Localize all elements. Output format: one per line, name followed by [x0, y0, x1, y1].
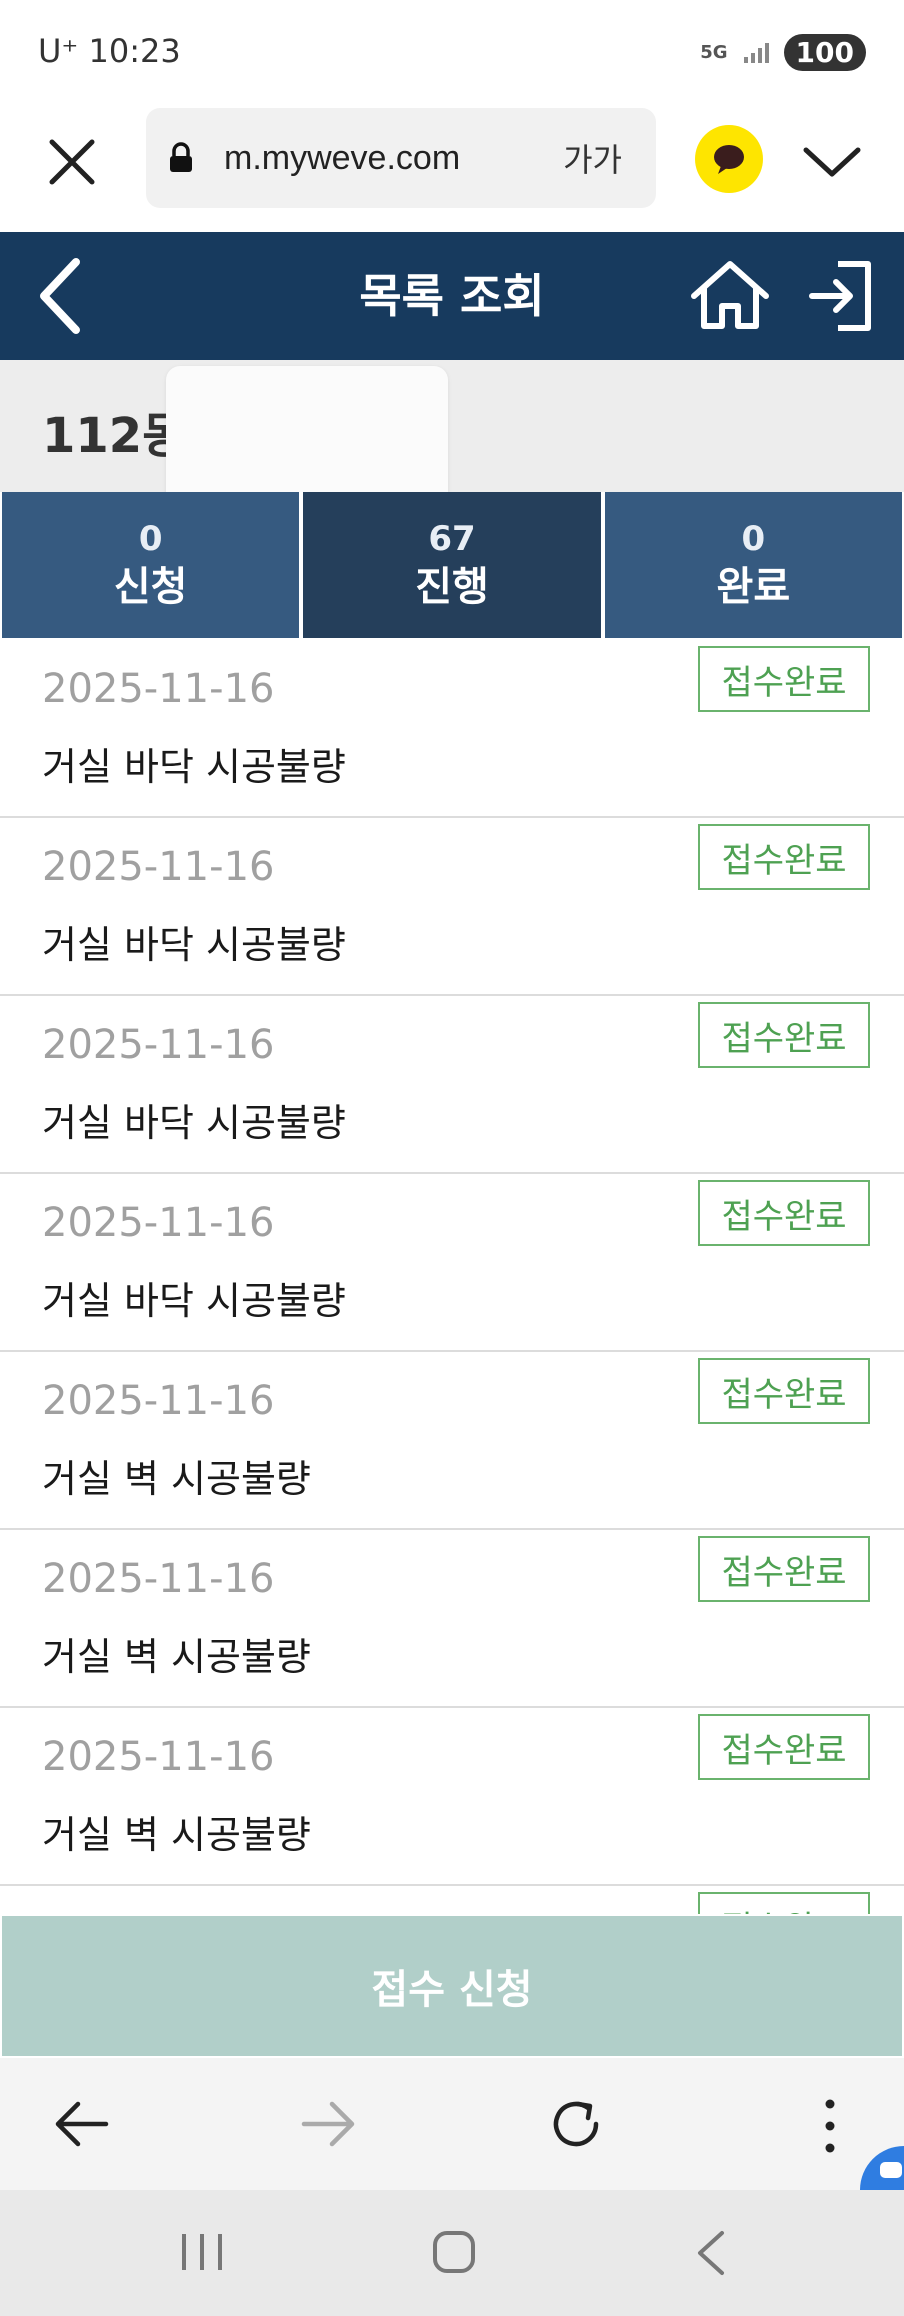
font-size-button[interactable]: 가가	[563, 135, 622, 181]
status-badge: 접수완료	[698, 1180, 870, 1246]
apply-button[interactable]: 접수 신청	[2, 1916, 902, 2056]
chat-bubble-icon[interactable]	[860, 2146, 904, 2190]
status-badge: 접수완료	[698, 1536, 870, 1602]
system-back-icon[interactable]	[694, 2230, 726, 2276]
tab-label: 완료	[716, 564, 791, 610]
list-item[interactable]: 2025-11-16 거실 벽 시공불량 접수완료	[0, 1708, 904, 1886]
more-menu-icon[interactable]	[818, 2096, 842, 2156]
item-subject: 거실 바닥 시공불량	[42, 1101, 346, 1145]
item-date: 2025-11-16	[42, 666, 275, 712]
status-badge: 접수완료	[698, 1002, 870, 1068]
tab-applied[interactable]: 0 신청	[2, 492, 300, 638]
list-item[interactable]: 2025-11-16 거실 벽 시공불량 접수완료	[0, 1352, 904, 1530]
tab-label: 진행	[415, 564, 489, 610]
back-icon[interactable]	[34, 254, 86, 338]
status-bar: U⁺ 10:23 5G 100	[0, 0, 904, 104]
logout-icon[interactable]	[806, 254, 876, 338]
item-subject: 거실 벽 시공불량	[42, 1635, 311, 1679]
item-date: 2025-11-16	[42, 844, 275, 890]
lock-icon	[170, 142, 192, 172]
chevron-down-icon[interactable]	[802, 144, 862, 180]
home-button-icon[interactable]	[432, 2230, 476, 2274]
list-item[interactable]: 2025-11-16 거실 바닥 시공불량 접수완료	[0, 996, 904, 1174]
recent-apps-icon[interactable]	[180, 2232, 224, 2272]
address-bar[interactable]: m.myweve.com 가가	[146, 108, 656, 208]
item-subject: 거실 바닥 시공불량	[42, 745, 346, 789]
list-item[interactable]: 2025-11-16 거실 바닥 시공불량 접수완료	[0, 818, 904, 996]
item-subject: 거실 벽 시공불량	[42, 1813, 311, 1857]
item-date: 2025-11-16	[42, 1556, 275, 1602]
browser-back-icon[interactable]	[54, 2098, 110, 2150]
status-badge: 접수완료	[698, 1892, 870, 1914]
list-item[interactable]: 2025-11-16 거실 벽 시공불량 접수완료	[0, 1530, 904, 1708]
tab-in-progress[interactable]: 67 진행	[303, 492, 601, 638]
close-icon[interactable]	[44, 134, 100, 190]
home-icon[interactable]	[688, 254, 772, 338]
status-badge: 접수완료	[698, 1358, 870, 1424]
tab-count: 0	[741, 519, 766, 559]
status-badge: 접수완료	[698, 646, 870, 712]
item-date: 2025-11-16	[42, 1200, 275, 1246]
building-selector[interactable]: 112동	[0, 360, 904, 492]
browser-toolbar: m.myweve.com 가가	[0, 104, 904, 232]
list-item[interactable]: 접수완료	[0, 1886, 904, 1914]
defect-list: 2025-11-16 거실 바닥 시공불량 접수완료 2025-11-16 거실…	[0, 640, 904, 1914]
status-badge: 접수완료	[698, 1714, 870, 1780]
item-subject: 거실 벽 시공불량	[42, 1457, 311, 1501]
tab-completed[interactable]: 0 완료	[604, 492, 902, 638]
battery-indicator: 100	[783, 34, 866, 71]
browser-forward-icon[interactable]	[300, 2098, 356, 2150]
item-subject: 거실 바닥 시공불량	[42, 923, 346, 967]
signal-icon	[743, 42, 769, 63]
list-item[interactable]: 2025-11-16 거실 바닥 시공불량 접수완료	[0, 1174, 904, 1352]
status-icons: 5G 100	[700, 34, 866, 71]
item-date: 2025-11-16	[42, 1378, 275, 1424]
system-nav-bar	[0, 2190, 904, 2316]
status-badge: 접수완료	[698, 824, 870, 890]
item-subject: 거실 바닥 시공불량	[42, 1279, 346, 1323]
item-date: 2025-11-16	[42, 1734, 275, 1780]
kakaotalk-icon[interactable]	[694, 124, 764, 194]
carrier-time: U⁺ 10:23	[38, 32, 181, 70]
building-label: 112동	[42, 408, 187, 464]
browser-nav-bar	[0, 2058, 904, 2190]
tab-label: 신청	[113, 564, 188, 610]
status-tabs: 0 신청 67 진행 0 완료	[0, 492, 904, 638]
network-indicator: 5G	[700, 41, 728, 63]
url-text: m.myweve.com	[224, 138, 461, 177]
tab-count: 0	[138, 519, 163, 559]
page-header: 목록 조회	[0, 232, 904, 360]
overlay-popup	[166, 366, 448, 512]
list-item[interactable]: 2025-11-16 거실 바닥 시공불량 접수완료	[0, 640, 904, 818]
refresh-icon[interactable]	[546, 2094, 606, 2154]
item-date: 2025-11-16	[42, 1022, 275, 1068]
tab-count: 67	[428, 519, 476, 559]
